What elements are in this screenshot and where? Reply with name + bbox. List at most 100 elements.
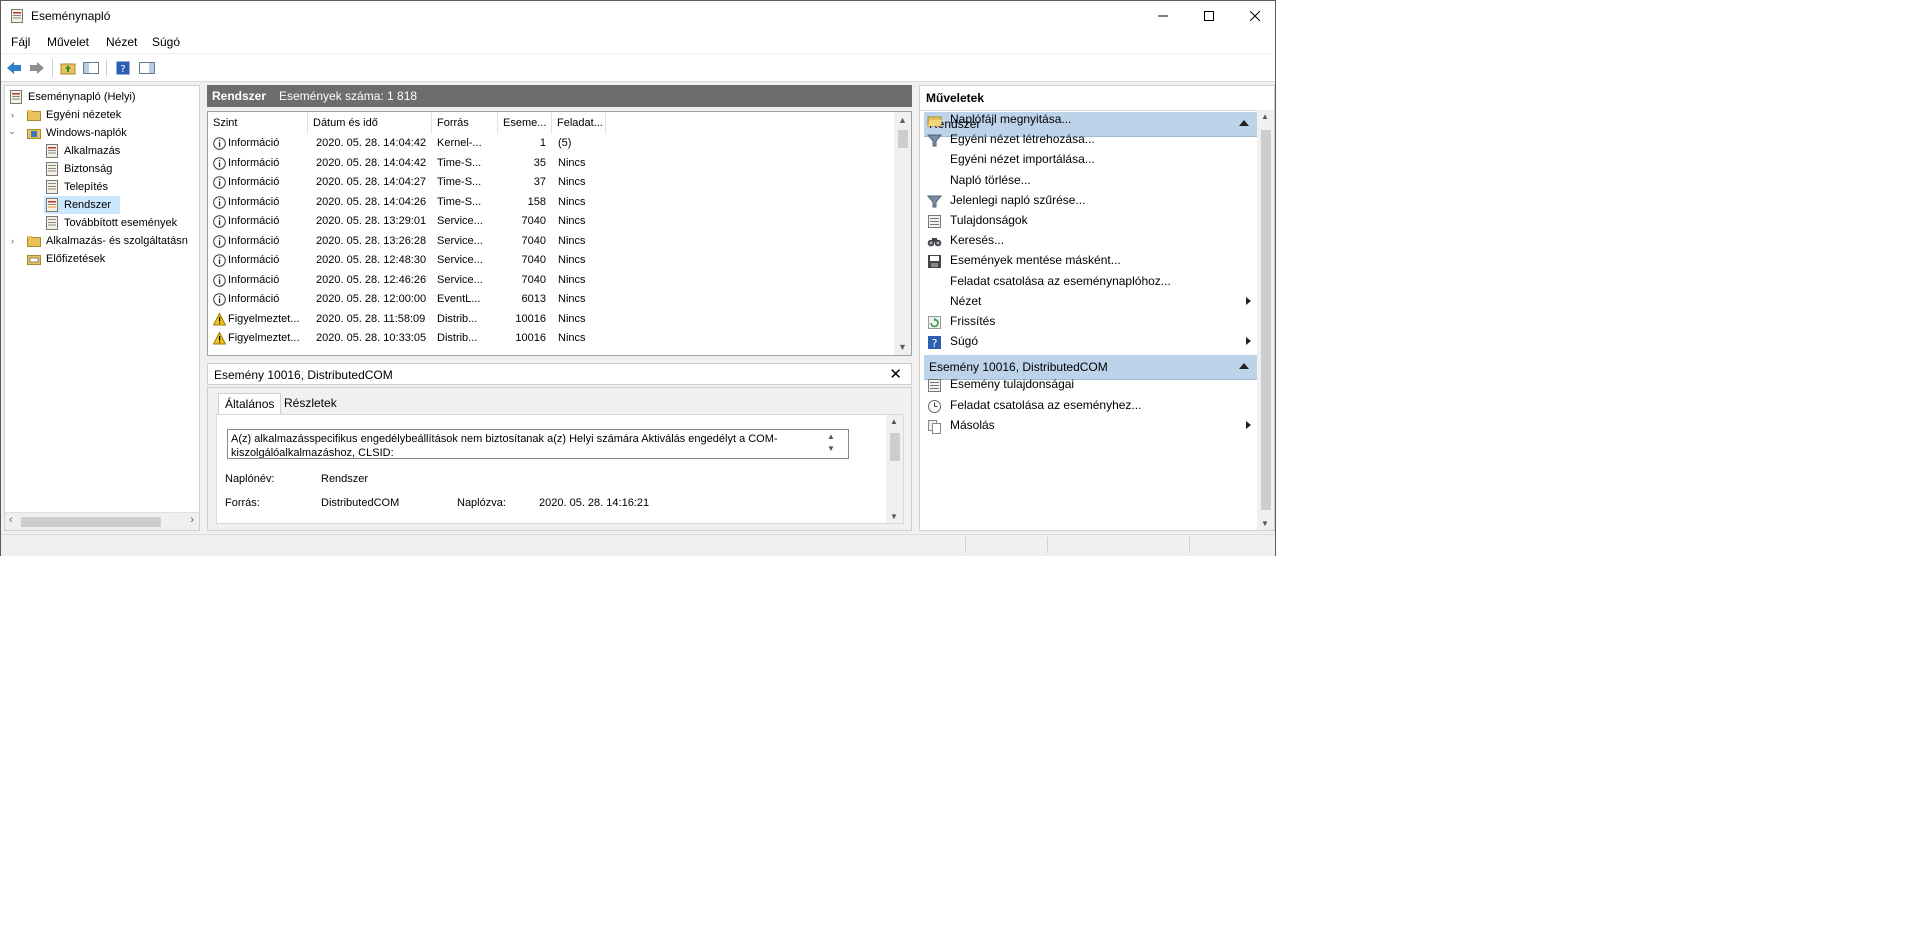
menu-file[interactable]: Fájl — [11, 35, 30, 49]
submenu-arrow-icon — [1246, 296, 1251, 305]
svg-text:?: ? — [120, 64, 125, 75]
actions-vertical-scrollbar[interactable]: ▲ ▼ — [1257, 110, 1274, 530]
table-row[interactable]: Információ 2020. 05. 28. 12:00:00 EventL..… — [208, 290, 888, 309]
minimize-button[interactable] — [1140, 1, 1186, 31]
tree-item-application[interactable]: Alkalmazás — [5, 142, 199, 160]
column-task[interactable]: Feladat... — [552, 112, 606, 134]
scrollbar-thumb[interactable] — [890, 433, 900, 461]
close-button[interactable] — [1232, 1, 1278, 31]
submenu-arrow-icon — [1246, 337, 1251, 346]
up-level-button[interactable] — [59, 59, 77, 77]
action-másolás[interactable]: Másolás — [924, 413, 1257, 437]
column-date[interactable]: Dátum és idő — [308, 112, 432, 134]
maximize-button[interactable] — [1186, 1, 1232, 31]
menu-action[interactable]: Művelet — [47, 35, 89, 49]
folder-icon — [27, 110, 41, 121]
window-title: Eseménynapló — [31, 9, 111, 23]
tree-item-subscriptions[interactable]: Előfizetések — [5, 250, 199, 268]
scroll-down-icon[interactable]: ▼ — [890, 512, 898, 521]
status-divider — [1189, 537, 1190, 553]
tree-item-event-viewer-local[interactable]: Eseménynapló (Helyi) — [5, 88, 199, 106]
event-date: 2020. 05. 28. 14:04:27 — [316, 176, 427, 188]
forward-button[interactable] — [28, 59, 46, 77]
tab-details[interactable]: Részletek — [278, 393, 343, 413]
tree-item-custom-views[interactable]: › Egyéni nézetek — [5, 106, 199, 124]
tree-item-windows-logs[interactable]: › Windows-naplók — [5, 124, 199, 142]
table-row[interactable]: Információ 2020. 05. 28. 13:26:28 Service.… — [208, 232, 888, 251]
tree-item-applications-and-services[interactable]: › Alkalmazás- és szolgáltatásn — [5, 232, 199, 250]
scroll-right-icon[interactable]: › — [190, 514, 194, 526]
event-viewer-icon — [10, 90, 22, 104]
event-date: 2020. 05. 28. 10:33:05 — [316, 332, 427, 344]
event-source: Service... — [437, 273, 483, 286]
tab-general[interactable]: Általános — [218, 393, 282, 414]
column-source[interactable]: Forrás — [432, 112, 498, 134]
scroll-left-icon[interactable]: ‹ — [9, 514, 13, 526]
event-level: Figyelmeztet... — [228, 312, 300, 325]
table-row[interactable]: Figyelmeztet... 2020. 05. 28. 10:33:05 Dis… — [208, 329, 888, 348]
scroll-up-icon[interactable]: ▲ — [1261, 112, 1269, 121]
event-date: 2020. 05. 28. 14:04:42 — [316, 156, 427, 169]
help-button[interactable]: ? — [114, 59, 132, 77]
show-hide-action-pane-button[interactable] — [138, 59, 156, 77]
information-icon — [213, 234, 226, 248]
menu-help[interactable]: Súgó — [152, 35, 180, 49]
action-súgó[interactable]: ? Súgó — [924, 329, 1257, 353]
table-row[interactable]: Információ 2020. 05. 28. 12:46:26 Service.… — [208, 271, 888, 290]
expand-arrow-icon[interactable]: › — [11, 232, 14, 250]
event-level: Információ — [228, 273, 280, 286]
table-row[interactable]: Információ 2020. 05. 28. 14:04:26 Time-S..… — [208, 193, 888, 212]
folder-icon — [27, 236, 41, 247]
information-icon — [213, 137, 226, 150]
task-icon — [927, 398, 942, 413]
menu-view[interactable]: Nézet — [106, 35, 137, 49]
message-scroll-arrows[interactable]: ▲ ▼ — [827, 431, 835, 455]
show-hide-tree-button[interactable] — [82, 59, 100, 77]
scrollbar-thumb[interactable] — [1261, 130, 1271, 510]
event-task: Nincs — [558, 332, 586, 344]
title-bar: Eseménynapló — [1, 1, 1275, 31]
maximize-icon — [1204, 11, 1214, 21]
column-level[interactable]: Szint — [208, 112, 308, 134]
scroll-up-icon[interactable]: ▲ — [890, 417, 898, 426]
scroll-down-icon[interactable]: ▼ — [894, 339, 911, 355]
table-row[interactable]: Információ 2020. 05. 28. 12:48:30 Service.… — [208, 251, 888, 270]
event-message[interactable]: A(z) alkalmazásspecifikus engedélybeállí… — [227, 429, 849, 459]
tree-item-system[interactable]: Rendszer — [44, 196, 120, 214]
event-level: Információ — [228, 254, 280, 266]
tree-item-security[interactable]: Biztonság — [5, 160, 199, 178]
save-icon — [927, 253, 942, 269]
scrollbar-thumb[interactable] — [21, 517, 161, 527]
collapse-icon[interactable] — [1239, 363, 1249, 370]
event-viewer-app-icon — [11, 9, 23, 23]
scrollbar-thumb[interactable] — [898, 130, 908, 148]
event-id: 6013 — [521, 293, 546, 305]
scroll-up-icon[interactable]: ▲ — [894, 112, 911, 128]
warning-icon — [212, 331, 227, 345]
table-row[interactable]: Információ 2020. 05. 28. 14:04:42 Kernel-.… — [208, 134, 888, 153]
back-button[interactable] — [5, 59, 23, 77]
collapse-arrow-icon[interactable]: › — [5, 132, 22, 135]
scroll-down-icon[interactable]: ▼ — [1261, 519, 1269, 528]
table-row[interactable]: Információ 2020. 05. 28. 14:04:42 Time-S..… — [208, 154, 888, 173]
event-task: Nincs — [558, 176, 586, 188]
event-task: Nincs — [558, 254, 586, 266]
tree-horizontal-scrollbar[interactable]: ‹ › — [5, 512, 199, 530]
close-icon[interactable]: ✕ — [889, 365, 902, 383]
event-level: Figyelmeztet... — [228, 332, 300, 344]
expand-arrow-icon[interactable]: › — [11, 106, 14, 124]
column-event-id[interactable]: Eseme... — [498, 112, 552, 134]
tree-item-setup[interactable]: Telepítés — [5, 178, 199, 196]
information-icon — [213, 254, 226, 267]
grid-vertical-scrollbar[interactable]: ▲ ▼ — [894, 112, 911, 355]
table-row[interactable]: Információ 2020. 05. 28. 13:29:01 Service.… — [208, 212, 888, 231]
detail-vertical-scrollbar[interactable]: ▲ ▼ — [886, 415, 903, 523]
console-tree: Eseménynapló (Helyi) › Egyéni nézetek › … — [4, 85, 200, 531]
information-icon — [213, 273, 226, 287]
properties-icon — [927, 377, 942, 393]
binoculars-icon — [927, 233, 942, 248]
tree-item-forwarded-events[interactable]: Továbbított események — [5, 214, 199, 232]
table-row[interactable]: Figyelmeztet... 2020. 05. 28. 11:58:09 Dis… — [208, 310, 888, 329]
log-icon — [46, 162, 58, 176]
table-row[interactable]: Információ 2020. 05. 28. 14:04:27 Time-S..… — [208, 173, 888, 192]
